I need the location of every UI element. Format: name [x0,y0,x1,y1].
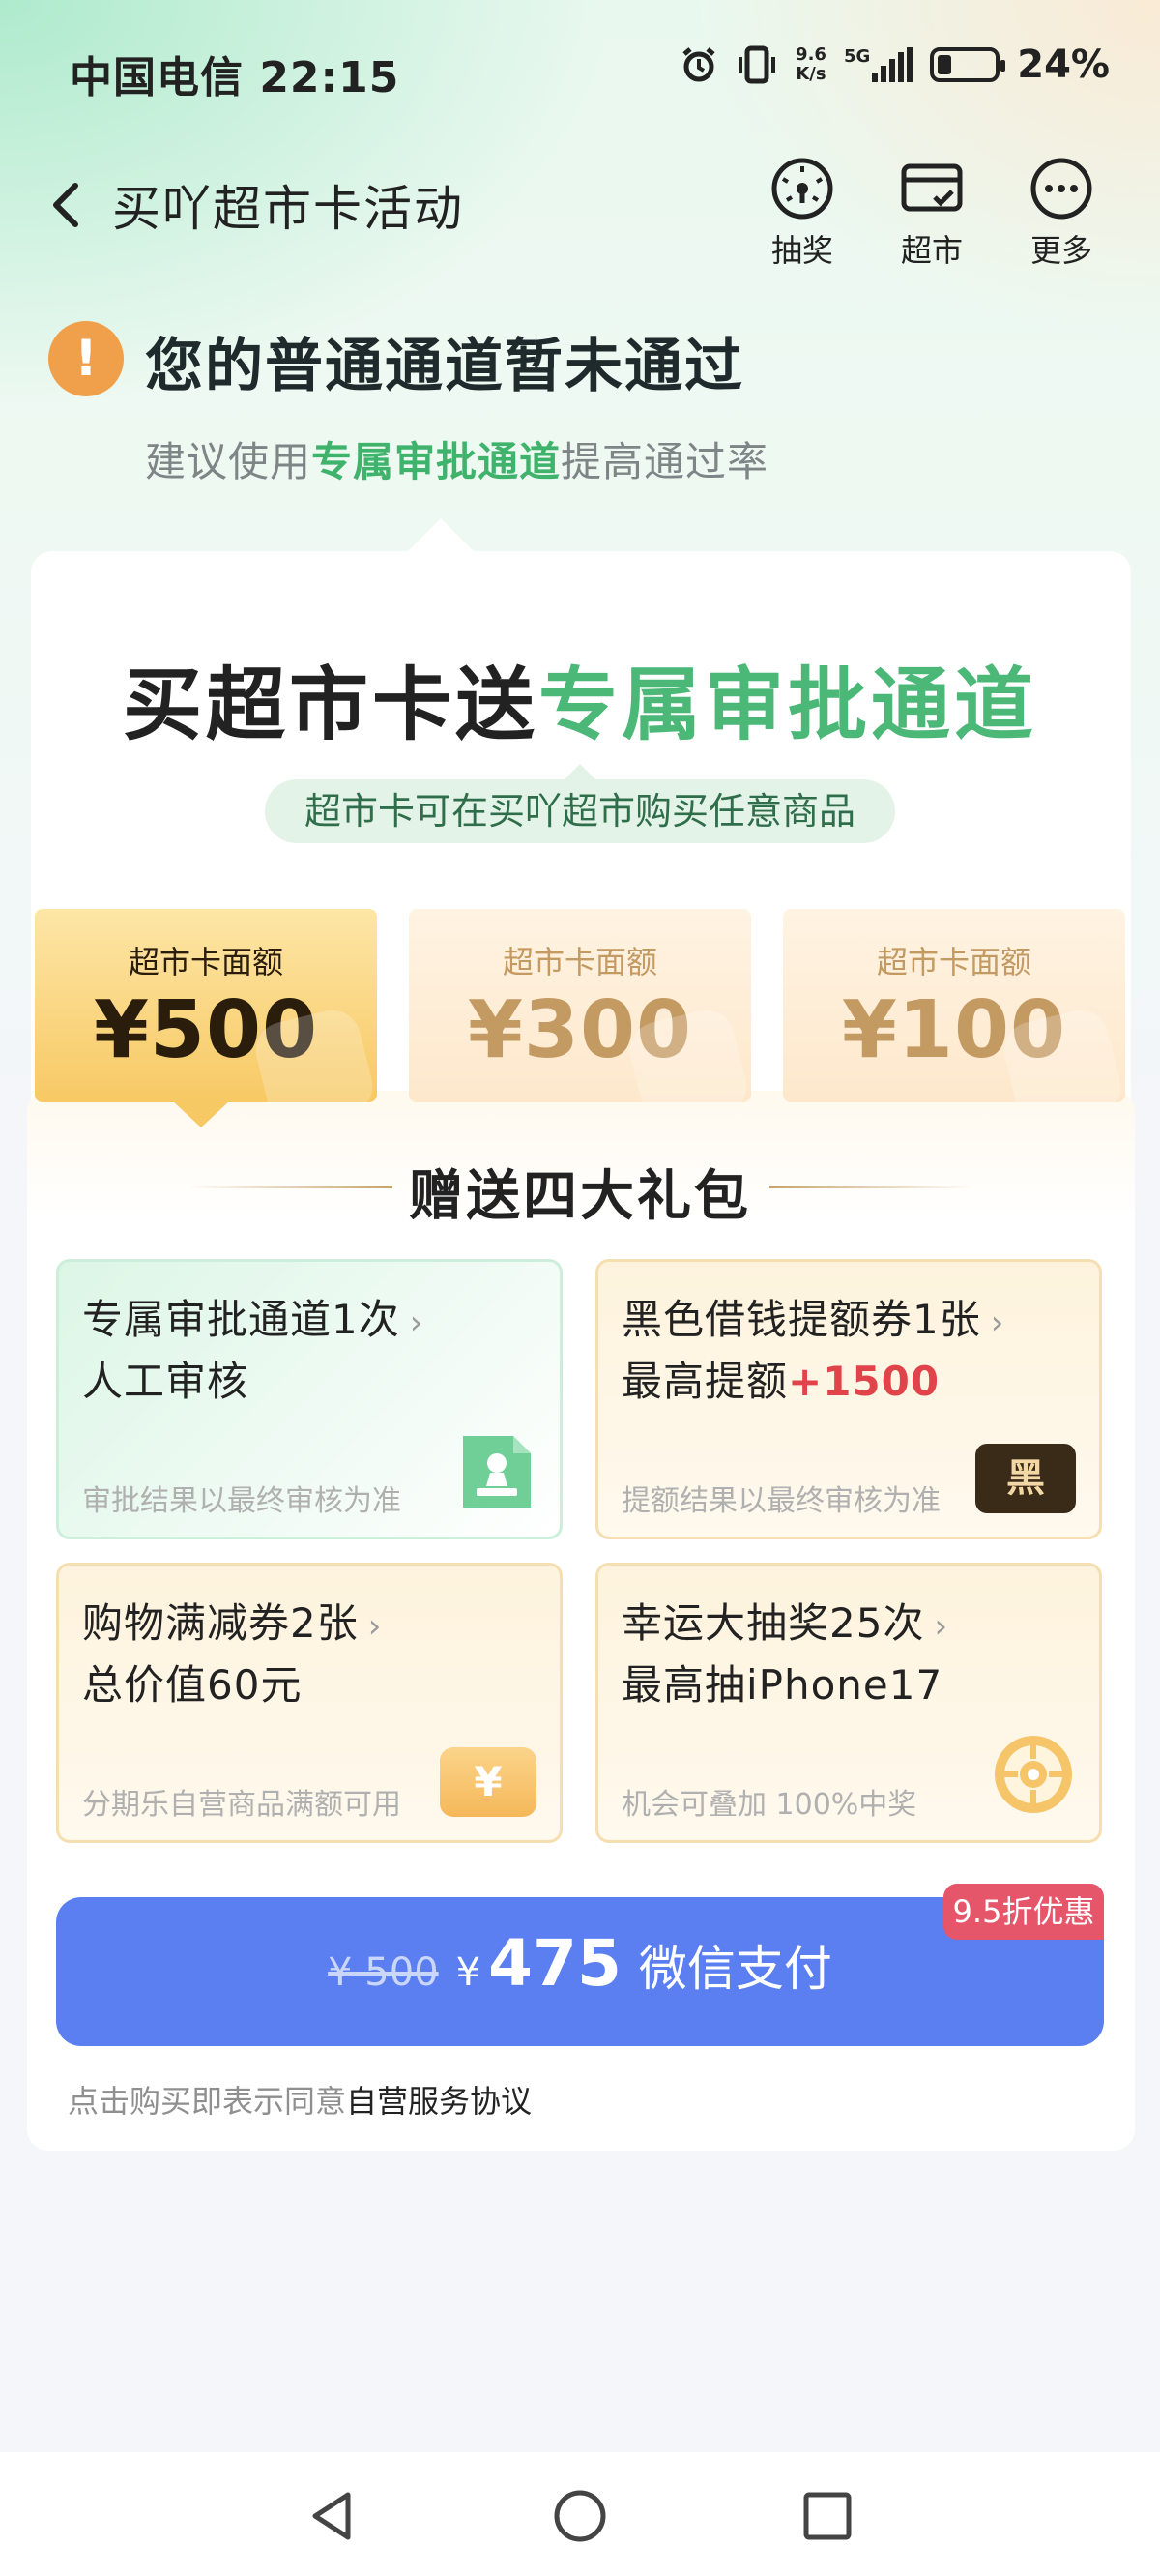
notice-sub-highlight: 专属审批通道 [311,438,562,485]
nav-home-icon[interactable] [551,2487,609,2545]
black-coupon-icon: 黑 [975,1444,1076,1513]
denomination-label: 超市卡面额 [128,944,283,981]
yen-coupon-icon: ¥ [440,1747,536,1817]
status-carrier-time: 中国电信 22:15 [70,53,400,102]
card-icon [901,163,963,212]
signal-group: 5G [843,46,914,82]
divider-right [769,1186,972,1188]
notice-title: 您的普通通道暂未通过 [145,333,744,400]
original-price: ¥ 500 [328,1950,439,1995]
gift-line2: 最高抽iPhone17 [622,1661,943,1709]
gift-line2-text: 最高提额 [622,1358,789,1405]
pay-method: 微信支付 [638,1941,832,1997]
chevron-right-icon: › [934,1607,949,1646]
gift-note: 提额结果以最终审核为准 [622,1484,941,1518]
gift-line2: 最高提额+1500 [622,1349,940,1408]
card-pointer [406,518,476,553]
denomination-100[interactable]: 超市卡面额 ¥100 [783,909,1125,1102]
prize-wheel-icon [995,1736,1072,1813]
approval-stamp-icon [463,1436,531,1508]
supermarket-label: 超市 [900,232,963,269]
agreement-prefix: 点击购买即表示同意 [68,2083,347,2120]
pay-price: 475 [488,1926,622,2001]
supermarket-button[interactable]: 超市 [884,157,980,271]
gift-line1-text: 专属审批通道1次 [82,1296,400,1343]
agreement-link[interactable]: 自营服务协议 [346,2083,532,2120]
gift-line1: 购物满减券2张 › [82,1591,382,1650]
signal-icon [872,47,914,82]
gift-note: 机会可叠加 100%中奖 [622,1788,917,1822]
status-icons: 9.6 K/s 5G 24% [680,43,1110,87]
chevron-right-icon: › [990,1303,1005,1342]
net-speed-value: 9.6 [796,44,826,65]
gift-approval-channel[interactable]: 专属审批通道1次 › 人工审核 审批结果以最终审核为准 [56,1259,563,1539]
gift-title: 赠送四大礼包 [409,1165,751,1228]
discount-badge: 9.5折优惠 [943,1884,1104,1940]
alarm-icon [682,47,715,82]
battery-percent: 24% [1017,43,1110,87]
net-speed-unit: K/s [796,64,826,84]
denomination-500[interactable]: 超市卡面额 ¥500 [35,909,377,1102]
page-title: 买吖超市卡活动 [112,181,464,237]
gift-line1: 幸运大抽奖25次 › [622,1591,948,1650]
nav-back-icon[interactable] [304,2487,362,2545]
denomination-label: 超市卡面额 [876,944,1031,981]
gift-line2: 人工审核 [82,1358,249,1405]
gift-lucky-draw[interactable]: 幸运大抽奖25次 › 最高抽iPhone17 机会可叠加 100%中奖 [595,1563,1102,1843]
gift-note: 审批结果以最终审核为准 [82,1484,401,1518]
gift-note: 分期乐自营商品满额可用 [82,1788,401,1822]
network-type: 5G [843,46,871,67]
gift-line1-text: 购物满减券2张 [82,1599,359,1647]
chevron-right-icon: › [367,1607,383,1646]
denomination-label: 超市卡面额 [502,944,657,981]
warning-icon: ! [48,321,124,396]
gift-line1-text: 黑色借钱提额券1张 [622,1296,981,1343]
chevron-right-icon: › [409,1303,424,1342]
more-icon [1030,158,1092,220]
more-button[interactable]: 更多 [1013,157,1110,271]
notice-sub-before: 建议使用 [145,438,312,485]
denomination-300[interactable]: 超市卡面额 ¥300 [409,909,751,1102]
gift-line1: 黑色借钱提额券1张 › [622,1287,1004,1346]
selected-denomination-pointer [172,1100,230,1127]
net-speed: 9.6 K/s [796,45,826,84]
notice-subtitle: 建议使用专属审批通道提高通过率 [145,429,768,488]
gift-credit-coupon[interactable]: 黑色借钱提额券1张 › 最高提额+1500 提额结果以最终审核为准 黑 [595,1259,1102,1539]
promo-pill: 超市卡可在买吖超市购买任意商品 [265,779,895,843]
gift-shopping-coupon[interactable]: 购物满减券2张 › 总价值60元 分期乐自营商品满额可用 ¥ [56,1563,563,1843]
promo-title-a: 买超市卡送 [122,659,538,751]
lottery-label: 抽奖 [770,232,833,269]
gift-line2: 总价值60元 [82,1661,303,1709]
gift-line1: 专属审批通道1次 › [82,1287,423,1346]
back-arrow-icon[interactable] [43,174,89,236]
vibrate-icon [739,45,776,84]
promo-title: 买超市卡送专属审批通道 [0,640,1160,755]
notice-sub-after: 提高通过率 [561,438,769,485]
dial-icon [771,158,833,220]
battery-icon [930,47,1006,82]
agreement-text: 点击购买即表示同意自营服务协议 [68,2077,532,2122]
pill-pointer [565,764,595,779]
more-label: 更多 [1030,232,1092,269]
gift-line1-text: 幸运大抽奖25次 [622,1599,925,1647]
currency-symbol: ¥ [455,1950,481,1995]
nav-recents-icon[interactable] [798,2487,856,2545]
lottery-button[interactable]: 抽奖 [754,157,851,271]
pay-content: ¥ 500 ¥ 475 微信支付 [56,1926,1104,2001]
promo-title-b: 专属审批通道 [538,659,1038,751]
gift-line2-highlight: +1500 [788,1358,941,1405]
